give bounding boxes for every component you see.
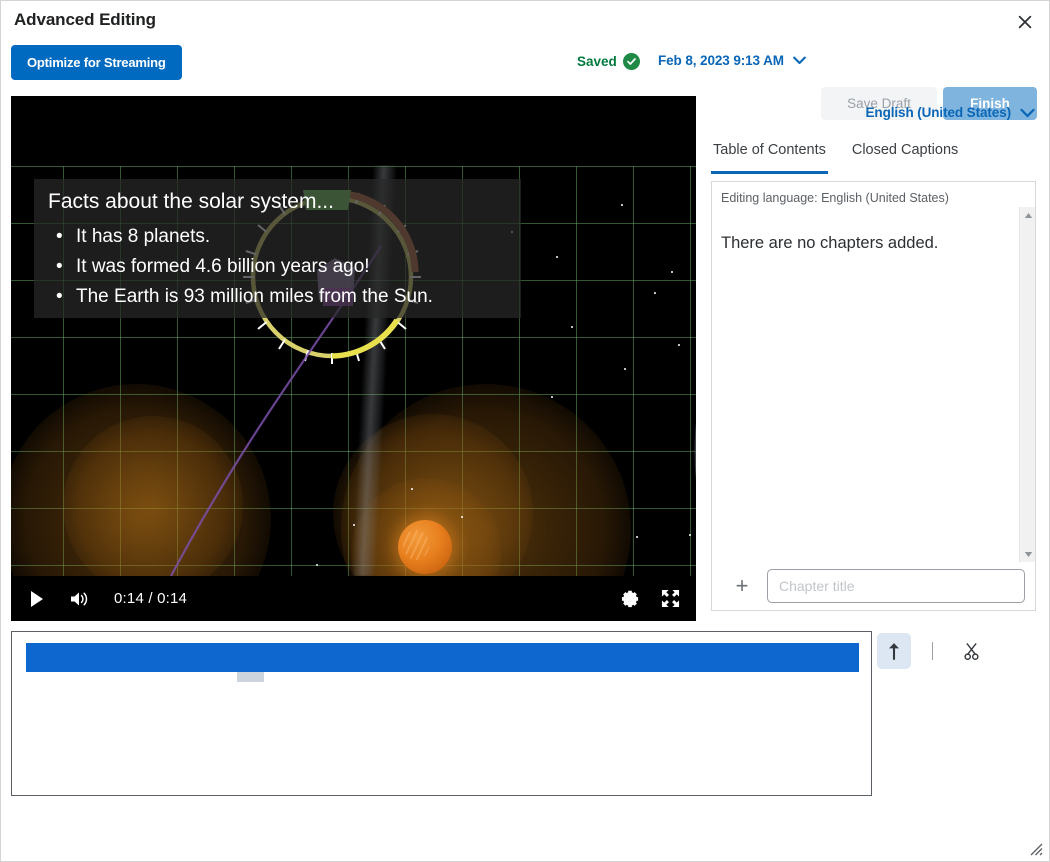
panel-tabs: Table of Contents Closed Captions [711,142,1036,174]
timeline-editor[interactable] [11,631,872,796]
tools-divider [932,642,933,660]
time-display: 0:14 / 0:14 [114,590,188,607]
titlebar: Advanced Editing [1,1,1049,41]
caption-bullet-list: It has 8 planets. It was formed 4.6 bill… [48,222,507,312]
saved-label: Saved [577,54,617,69]
video-player[interactable]: Facts about the solar system... It has 8… [11,96,696,621]
list-item: It has 8 planets. [56,222,507,252]
volume-icon[interactable] [66,586,92,612]
page-title: Advanced Editing [14,10,156,29]
check-circle-icon [622,53,640,70]
action-toolbar: Optimize for Streaming Saved Feb 8, 2023… [1,43,1049,120]
add-chapter-row: + [712,562,1035,610]
tab-table-of-contents[interactable]: Table of Contents [711,142,828,174]
chapter-title-input[interactable] [767,569,1025,603]
language-label: English (United States) [865,105,1012,120]
timeline-marker[interactable] [237,672,264,682]
language-selector[interactable]: English (United States) [866,105,1035,120]
play-icon[interactable] [24,586,50,612]
chapters-scrollbar[interactable] [1019,207,1035,562]
video-stage: Facts about the solar system... It has 8… [11,96,696,576]
list-item: It was formed 4.6 billion years ago! [56,252,507,282]
close-icon[interactable] [1013,10,1037,34]
add-chapter-button[interactable]: + [732,575,752,597]
player-controls: 0:14 / 0:14 [11,576,696,621]
list-item: The Earth is 93 million miles from the S… [56,282,507,312]
caption-overlay: Facts about the solar system... It has 8… [34,179,521,318]
timeline-track[interactable] [26,643,859,672]
split-tool-button[interactable] [877,633,911,669]
caption-title: Facts about the solar system... [48,190,334,213]
editing-language-label: Editing language: English (United States… [721,191,949,205]
chevron-down-icon [1020,108,1035,118]
player-right-controls [618,587,696,611]
timestamp-label: Feb 8, 2023 9:13 AM [658,53,784,68]
scroll-up-arrow-icon[interactable] [1020,207,1036,223]
timeline-tools [877,633,988,669]
table-of-contents-panel: Editing language: English (United States… [711,181,1036,611]
starfield [11,96,696,576]
saved-status: Saved [577,53,640,70]
tab-closed-captions[interactable]: Closed Captions [850,142,960,174]
optimize-for-streaming-button[interactable]: Optimize for Streaming [11,45,182,80]
resize-grip-icon[interactable] [1029,842,1045,858]
chevron-down-icon [793,56,806,65]
advanced-editing-dialog: Advanced Editing Optimize for Streaming … [0,0,1050,862]
cut-tool-button[interactable] [954,633,988,669]
fullscreen-icon[interactable] [658,587,682,611]
gear-icon[interactable] [618,587,642,611]
timestamp-dropdown[interactable]: Feb 8, 2023 9:13 AM [658,53,806,68]
scroll-down-arrow-icon[interactable] [1020,546,1036,562]
empty-state-message: There are no chapters added. [721,234,939,252]
